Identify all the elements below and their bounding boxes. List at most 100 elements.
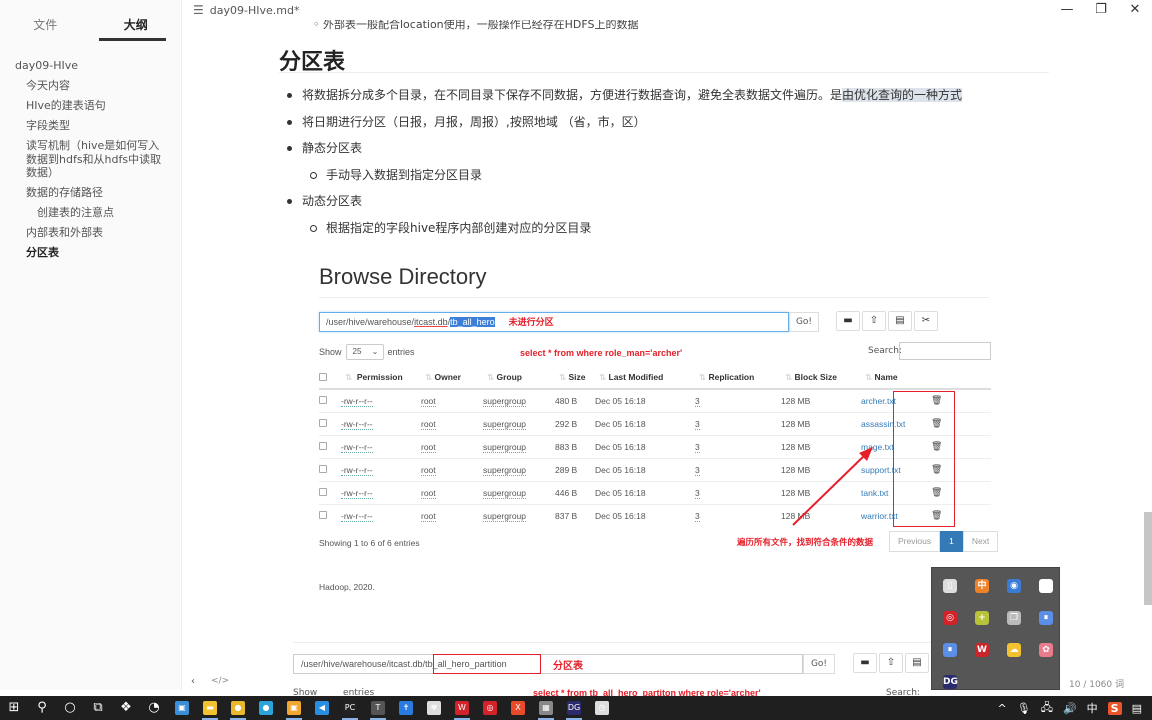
row-checkbox[interactable] — [319, 395, 327, 404]
task-view-icon[interactable]: ⧉ — [84, 696, 112, 720]
file-icon[interactable]: ▤ — [905, 653, 929, 673]
file-icon[interactable]: ▤ — [888, 311, 912, 331]
clock-app-icon[interactable]: ◷ — [588, 696, 616, 720]
col-name[interactable]: ⇅ Name — [861, 367, 931, 390]
upload-icon[interactable]: ⇧ — [862, 311, 886, 331]
replication-cell[interactable]: 3 — [695, 418, 700, 430]
chrome-icon[interactable]: ● — [224, 696, 252, 720]
virtualbox-icon[interactable]: ▣ — [280, 696, 308, 720]
permission-cell[interactable]: -rw-r--r-- — [341, 464, 373, 476]
datagrip-icon[interactable]: DG — [934, 666, 966, 698]
owner-cell[interactable]: root — [421, 441, 436, 453]
upload-icon[interactable]: ⇧ — [879, 653, 903, 673]
permission-cell[interactable]: -rw-r--r-- — [341, 418, 373, 430]
pause-icon-2[interactable]: ⏸ — [934, 634, 966, 666]
col-owner[interactable]: ⇅ Owner — [421, 367, 483, 390]
menu-icon[interactable]: ☰ — [193, 3, 204, 17]
outline-item[interactable]: 数据的存储路径 — [0, 183, 181, 203]
file-name-link[interactable]: tank.txt — [861, 488, 888, 498]
app-grid-icon[interactable]: ❖ — [112, 696, 140, 720]
sync-icon[interactable]: ◉ — [998, 570, 1030, 602]
row-checkbox[interactable] — [319, 464, 327, 473]
replication-cell[interactable]: 3 — [695, 464, 700, 476]
path-input[interactable]: /user/hive/warehouse/itcast.db/tb_all_he… — [319, 312, 789, 332]
owner-cell[interactable]: root — [421, 487, 436, 499]
file-name-link[interactable]: archer.txt — [861, 396, 896, 406]
cut-icon[interactable]: ✂ — [914, 311, 938, 331]
bookmark-app-icon[interactable]: ✝ — [392, 696, 420, 720]
outline-item[interactable]: 读写机制（hive是如何写入数据到hdfs和从hdfs中读取数据） — [0, 136, 181, 183]
minimize-button[interactable]: — — [1050, 2, 1084, 17]
group-cell[interactable]: supergroup — [483, 464, 527, 476]
permission-cell[interactable]: -rw-r--r-- — [341, 441, 373, 453]
folder-open-icon[interactable]: ▬ — [853, 653, 877, 673]
search-input[interactable] — [899, 342, 991, 360]
show-hidden-icons-chevron[interactable]: ^ — [998, 702, 1007, 715]
close-button[interactable]: ✕ — [1118, 2, 1152, 17]
row-checkbox[interactable] — [319, 487, 327, 496]
microphone-icon[interactable]: 🎙 — [1017, 702, 1031, 715]
calculator-icon[interactable]: ▦ — [532, 696, 560, 720]
permission-cell[interactable]: -rw-r--r-- — [341, 487, 373, 499]
edge-icon[interactable]: ● — [252, 696, 280, 720]
owner-cell[interactable]: root — [421, 510, 436, 522]
go-button-2[interactable]: Go! — [803, 654, 835, 674]
row-checkbox[interactable] — [319, 418, 327, 427]
plus-app-icon[interactable]: + — [966, 602, 998, 634]
toggle-sidebar-icon[interactable]: ‹ — [191, 676, 195, 687]
go-button[interactable]: Go! — [789, 312, 819, 332]
outline-item[interactable]: 字段类型 — [0, 116, 181, 136]
col-block-size[interactable]: ⇅ Block Size — [781, 367, 861, 390]
weather-icon[interactable]: ☁ — [998, 634, 1030, 666]
source-code-mode-icon[interactable]: </> — [211, 676, 229, 686]
usb-drive-icon[interactable]: ▯ — [934, 570, 966, 602]
page-1-button[interactable]: 1 — [940, 531, 963, 552]
vertical-scrollbar[interactable] — [1144, 512, 1152, 605]
col-size[interactable]: ⇅ Size — [555, 367, 595, 390]
xmind-icon[interactable]: X — [504, 696, 532, 720]
ime-indicator[interactable]: 中 — [1087, 700, 1098, 716]
owner-cell[interactable]: root — [421, 395, 436, 407]
group-cell[interactable]: supergroup — [483, 441, 527, 453]
group-cell[interactable]: supergroup — [483, 395, 527, 407]
outline-item[interactable]: 今天内容 — [0, 76, 181, 96]
typora-icon[interactable]: T — [364, 696, 392, 720]
outline-item[interactable]: day09-HIve — [0, 56, 181, 76]
replication-cell[interactable]: 3 — [695, 487, 700, 499]
owner-cell[interactable]: root — [421, 464, 436, 476]
volume-icon[interactable]: 🔊 — [1063, 702, 1077, 715]
vscode-icon[interactable]: ◀ — [308, 696, 336, 720]
netease-music-icon[interactable]: ◎ — [476, 696, 504, 720]
col-last-modified[interactable]: ⇅ Last Modified — [595, 367, 695, 390]
group-cell[interactable]: supergroup — [483, 418, 527, 430]
wps-icon[interactable]: W — [448, 696, 476, 720]
replication-cell[interactable]: 3 — [695, 441, 700, 453]
notification-center-icon[interactable]: ▤ — [1132, 702, 1142, 715]
replication-cell[interactable]: 3 — [695, 510, 700, 522]
magnifier-icon[interactable]: ◔ — [140, 696, 168, 720]
netease-music-icon[interactable]: ◎ — [934, 602, 966, 634]
chinese-ime-icon[interactable]: 中 — [966, 570, 998, 602]
copy-icon[interactable]: ❐ — [998, 602, 1030, 634]
next-page-button[interactable]: Next — [962, 531, 999, 552]
tab-outline[interactable]: 大纲 — [91, 0, 182, 42]
store-icon[interactable]: ▣ — [168, 696, 196, 720]
group-cell[interactable]: supergroup — [483, 510, 527, 522]
col-replication[interactable]: ⇅ Replication — [695, 367, 781, 390]
cortana-icon[interactable]: ○ — [56, 696, 84, 720]
select-all-checkbox[interactable] — [319, 372, 327, 381]
permission-cell[interactable]: -rw-r--r-- — [341, 395, 373, 407]
outline-item[interactable]: 创建表的注意点 — [0, 203, 181, 223]
file-explorer-icon[interactable]: ▬ — [196, 696, 224, 720]
wps-icon[interactable]: W — [966, 634, 998, 666]
group-cell[interactable]: supergroup — [483, 487, 527, 499]
path-input-partition[interactable]: /user/hive/warehouse/itcast.db/tb_all_he… — [293, 654, 803, 674]
replication-cell[interactable]: 3 — [695, 395, 700, 407]
row-checkbox[interactable] — [319, 510, 327, 519]
search-icon[interactable]: ⚲ — [28, 696, 56, 720]
pycharm-icon[interactable]: PC — [336, 696, 364, 720]
sogou-ime-icon[interactable]: S — [1107, 701, 1122, 715]
file-name-link[interactable]: mage.txt — [861, 442, 894, 452]
word-count[interactable]: 10 / 1060 词 — [1069, 677, 1124, 690]
network-icon[interactable]: 🖧 — [1041, 699, 1053, 718]
